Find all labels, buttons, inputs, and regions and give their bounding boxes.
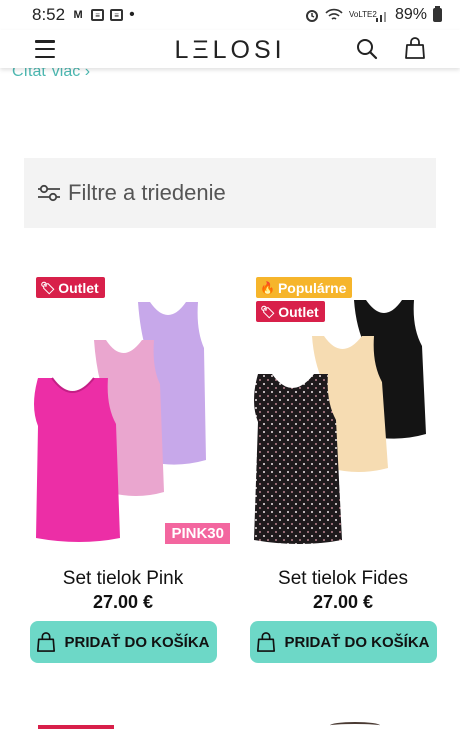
product-card[interactable]: 🔥 Populárne 🏷 Outlet Set tielok Fides 27… [238, 270, 448, 663]
messages-icon: ≡ [91, 9, 105, 21]
product-price: 27.00 € [92, 592, 154, 612]
status-time: 8:52 [32, 5, 66, 24]
add-to-cart-button[interactable]: PRIDAŤ DO KOŠÍKA [249, 621, 437, 663]
tag-icon: 🏷 [260, 304, 276, 319]
network-label: VoLTE2 [348, 10, 377, 19]
filter-sliders-icon [38, 184, 60, 202]
messages-icon: ≡ [110, 9, 124, 21]
tag-icon: 🏷 [40, 280, 56, 295]
product-price: 27.00 € [312, 592, 374, 612]
popular-badge: 🔥 Populárne [256, 277, 353, 298]
fire-icon: 🔥 [260, 280, 275, 295]
add-to-cart-label: PRIDAŤ DO KOŠÍKA [64, 633, 210, 651]
battery-icon [433, 6, 442, 22]
add-to-cart-button[interactable]: PRIDAŤ DO KOŠÍKA [29, 621, 217, 663]
signal-icon [375, 11, 386, 22]
filter-sort-bar[interactable]: Filtre a triedenie [24, 158, 436, 228]
app-header: LΞLOSI [0, 30, 460, 68]
shopping-bag-icon[interactable] [404, 37, 426, 59]
product-title[interactable]: Set tielok Fides [238, 568, 448, 590]
badge-label: Outlet [278, 303, 319, 320]
battery-percent: 89% [394, 6, 427, 23]
search-icon[interactable] [356, 38, 378, 60]
next-product-badge-peek [38, 725, 114, 729]
alarm-icon [305, 10, 318, 22]
add-to-cart-label: PRIDAŤ DO KOŠÍKA [284, 633, 430, 651]
next-product-image-peek [330, 722, 380, 729]
product-image[interactable]: 🔥 Populárne 🏷 Outlet [238, 270, 448, 555]
shopping-bag-icon [257, 632, 276, 652]
shopping-bag-icon [37, 632, 56, 652]
outlet-badge: 🏷 Outlet [256, 301, 325, 322]
badge-label: Populárne [277, 279, 347, 296]
status-bar: 8:52 M ≡ ≡ • VoLTE2 89% [0, 0, 460, 30]
outlet-badge: 🏷 Outlet [36, 277, 105, 298]
filter-label: Filtre a triedenie [68, 180, 226, 205]
status-right: VoLTE2 89% [305, 6, 442, 24]
badge-label: Outlet [58, 279, 99, 296]
notification-dot: • [129, 6, 135, 23]
brand-logo[interactable]: LΞLOSI [0, 36, 460, 65]
product-title[interactable]: Set tielok Pink [18, 568, 228, 590]
wifi-icon [325, 8, 343, 20]
product-image[interactable]: 🏷 Outlet PINK30 [18, 270, 230, 555]
product-photo-tank-tops-pink [34, 302, 206, 542]
status-left: 8:52 M ≡ ≡ • [32, 5, 135, 25]
promo-code-badge: PINK30 [165, 523, 230, 544]
gmail-icon: M [73, 9, 83, 21]
product-card[interactable]: 🏷 Outlet PINK30 Set tielok Pink 27.00 € … [18, 270, 230, 663]
